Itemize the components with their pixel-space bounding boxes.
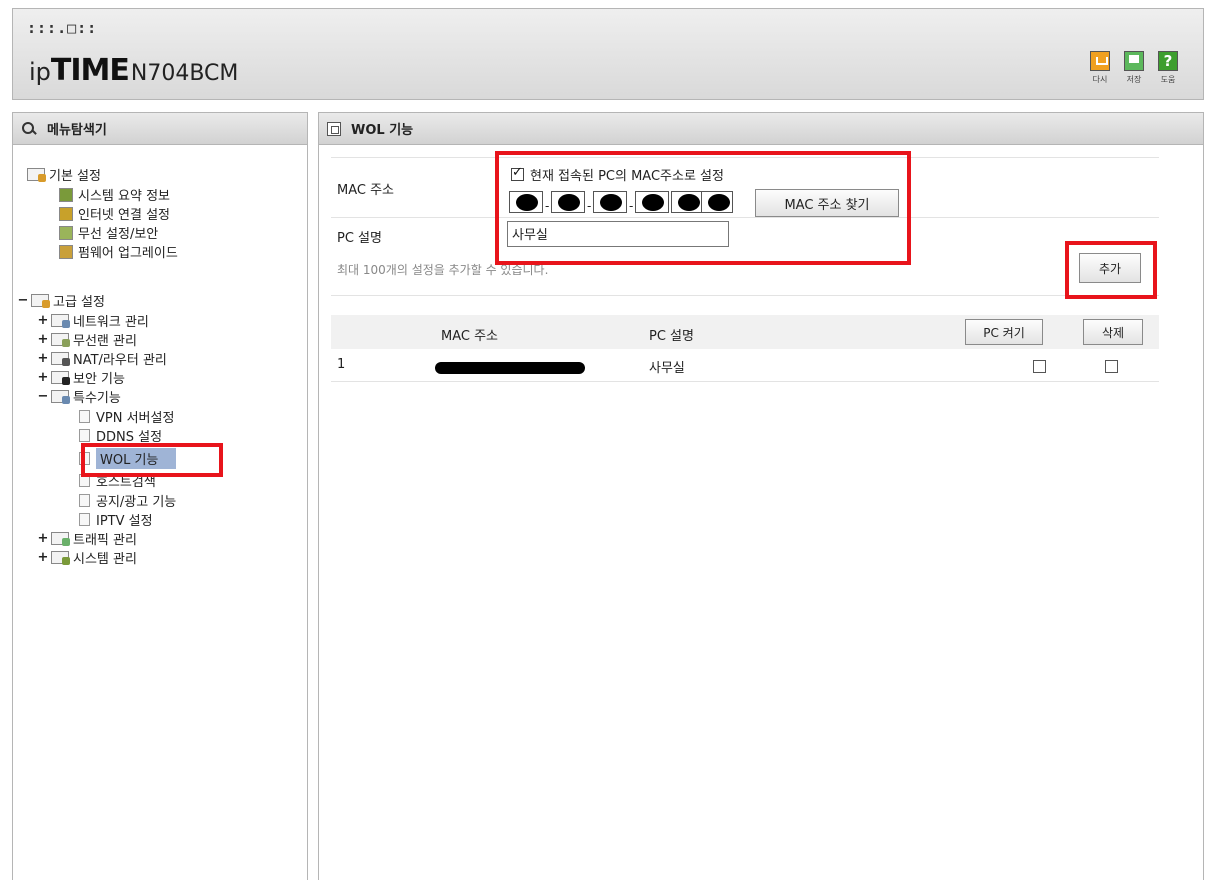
divider [331,295,1159,296]
sidebar-item-traffic[interactable]: + 트래픽 관리 [37,529,137,548]
page-title: WOL 기능 [351,123,414,138]
brand-ip: ip [29,58,51,86]
sidebar-header: 메뉴탐색기 [13,113,307,145]
folder-icon [51,314,70,328]
sidebar-item-label: 보안 기능 [73,372,125,387]
main-header: WOL 기능 [319,113,1203,145]
upgrade-icon [59,244,73,259]
magnifier-icon [21,121,37,137]
folder-icon [51,333,70,347]
help-icon: ? [1158,51,1178,71]
sidebar-item-label: 공지/광고 기능 [96,495,177,510]
collapse-icon: − [37,389,49,404]
tree-advanced-settings[interactable]: − 고급 설정 [17,291,105,310]
sidebar-item-network[interactable]: + 네트워크 관리 [37,311,149,330]
refresh-label: 다시 [1092,75,1108,84]
brand-model: N704BCM [130,61,239,86]
row-description: 사무실 [649,361,685,376]
sidebar-item-iptv[interactable]: IPTV 설정 [79,510,153,529]
row-wake-checkbox[interactable] [1033,360,1046,373]
divider [331,381,1159,382]
folder-icon [27,168,46,182]
highlight-box-add [1065,241,1157,299]
sidebar-item-label: NAT/라우터 관리 [73,353,167,368]
page-icon [79,494,90,507]
brand-logo: ip TIME N704BCM [29,53,238,88]
sidebar-item-system[interactable]: + 시스템 관리 [37,548,137,567]
save-button[interactable]: 저장 [1119,51,1149,85]
folder-icon [51,390,70,404]
sidebar-item-label: 무선 설정/보안 [78,227,159,242]
help-button[interactable]: ? 도움 [1153,51,1183,85]
column-mac: MAC 주소 [441,329,499,344]
sidebar-item-label: 무선랜 관리 [73,334,137,349]
top-header: :::.□:: ip TIME N704BCM 다시 저장 ? 도움 [12,8,1204,100]
sidebar-title: 메뉴탐색기 [47,123,107,138]
help-label: 도움 [1160,75,1176,84]
sidebar-item-label: 시스템 관리 [73,552,137,567]
chart-icon [59,187,73,202]
refresh-icon [1090,51,1110,71]
sidebar-item-firmware[interactable]: 펌웨어 업그레이드 [59,242,178,261]
page-icon [79,429,90,442]
highlight-box-form [495,151,911,265]
refresh-button[interactable]: 다시 [1085,51,1115,85]
sidebar-item-wlan[interactable]: + 무선랜 관리 [37,330,137,349]
expand-icon: + [37,351,49,366]
sidebar-item-nat[interactable]: + NAT/라우터 관리 [37,349,167,368]
sidebar-item-label: 인터넷 연결 설정 [78,208,170,223]
lock-folder-icon [51,371,70,385]
globe-icon [59,206,73,221]
expand-icon: + [37,370,49,385]
page-icon [79,513,90,526]
sidebar-item-label: VPN 서버설정 [96,411,175,426]
sidebar-item-label: IPTV 설정 [96,514,153,529]
expand-icon: + [37,313,49,328]
row-delete-checkbox[interactable] [1105,360,1118,373]
tree-basic-label: 기본 설정 [49,169,101,184]
sidebar-item-internet[interactable]: 인터넷 연결 설정 [59,204,170,223]
collapse-icon: − [17,293,29,308]
tree-basic-settings[interactable]: 기본 설정 [27,165,101,184]
expand-icon: + [37,332,49,347]
expand-icon: + [37,531,49,546]
sidebar-item-label: 특수기능 [73,391,121,406]
sidebar-item-label: 네트워크 관리 [73,315,149,330]
menu-explorer-sidebar: 메뉴탐색기 기본 설정 시스템 요약 정보 인터넷 연결 설정 무선 설정/보안… [12,112,308,880]
save-icon [1124,51,1144,71]
brand-time: TIME [50,53,130,88]
sidebar-item-special[interactable]: − 특수기능 [37,387,121,406]
folder-icon [31,294,50,308]
wake-pc-button[interactable]: PC 켜기 [965,319,1043,345]
wireless-icon [59,225,73,240]
column-description: PC 설명 [649,329,694,344]
pc-description-label: PC 설명 [337,231,382,246]
folder-icon [51,532,70,546]
sidebar-item-label: 시스템 요약 정보 [78,189,170,204]
sidebar-item-system-summary[interactable]: 시스템 요약 정보 [59,185,170,204]
sidebar-item-label: 트래픽 관리 [73,533,137,548]
page-icon [327,121,341,136]
main-content: WOL 기능 MAC 주소 현재 접속된 PC의 MAC주소로 설정 - - -… [318,112,1204,880]
sidebar-item-wireless[interactable]: 무선 설정/보안 [59,223,158,242]
sidebar-item-label: 펌웨어 업그레이드 [78,246,178,261]
mac-address-label: MAC 주소 [337,183,395,198]
expand-icon: + [37,550,49,565]
page-icon [79,410,90,423]
folder-icon [51,352,70,366]
delete-button[interactable]: 삭제 [1083,319,1143,345]
sidebar-item-notice[interactable]: 공지/광고 기능 [79,491,176,510]
tree-advanced-label: 고급 설정 [53,295,105,310]
sidebar-item-security[interactable]: + 보안 기능 [37,368,125,387]
row-index: 1 [337,357,346,372]
brand-dots-logo: :::.□:: [27,19,98,37]
redacted-mac [435,362,585,374]
sidebar-item-vpn[interactable]: VPN 서버설정 [79,407,174,426]
folder-icon [51,551,70,565]
highlight-box-wol-menu [81,443,223,477]
save-label: 저장 [1126,75,1142,84]
